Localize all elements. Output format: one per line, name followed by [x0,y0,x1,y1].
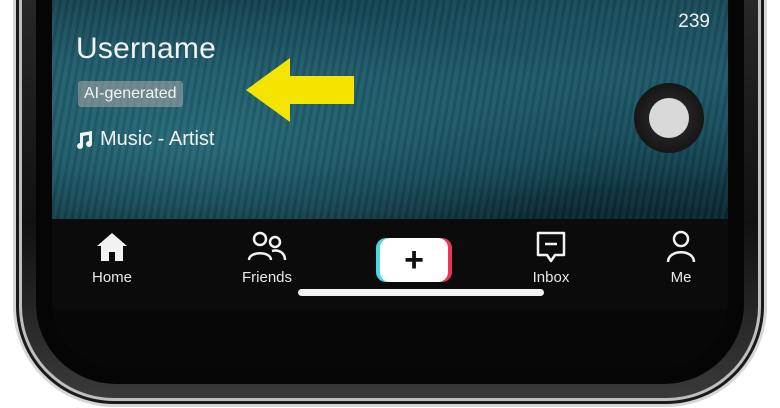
app-screen: 239 Username AI-generated Music - Artist [52,0,728,368]
phone-screenshot: 239 Username AI-generated Music - Artist [0,0,780,408]
nav-label-inbox: Inbox [532,269,570,286]
disc-center [649,98,689,138]
video-player[interactable]: 239 Username AI-generated Music - Artist [52,0,728,219]
nav-item-friends[interactable]: Friends [222,229,312,286]
music-artist-text: Music - Artist [100,128,215,150]
create-plus-icon: + [380,238,448,282]
nav-item-home[interactable]: Home [67,229,157,286]
music-note-icon [77,130,92,149]
arrow-left-icon [246,58,354,122]
phone-frame: 239 Username AI-generated Music - Artist [22,0,758,398]
friends-icon [247,231,287,261]
create-button[interactable]: + [376,238,452,282]
home-indicator[interactable] [298,289,544,296]
inbox-icon [536,231,566,263]
phone-bezel: 239 Username AI-generated Music - Artist [36,0,744,384]
video-username[interactable]: Username [76,32,216,66]
music-disc[interactable] [634,83,704,153]
nav-label-home: Home [91,269,132,286]
nav-label-friends: Friends [241,269,293,286]
nav-item-me[interactable]: Me [636,229,726,286]
nav-label-me: Me [670,269,692,286]
share-count: 239 [678,11,710,32]
music-info[interactable]: Music - Artist [74,128,214,151]
nav-item-inbox[interactable]: Inbox [506,229,596,286]
ai-generated-label: AI-generated [78,81,183,107]
profile-icon [666,230,696,263]
home-icon [97,233,127,261]
